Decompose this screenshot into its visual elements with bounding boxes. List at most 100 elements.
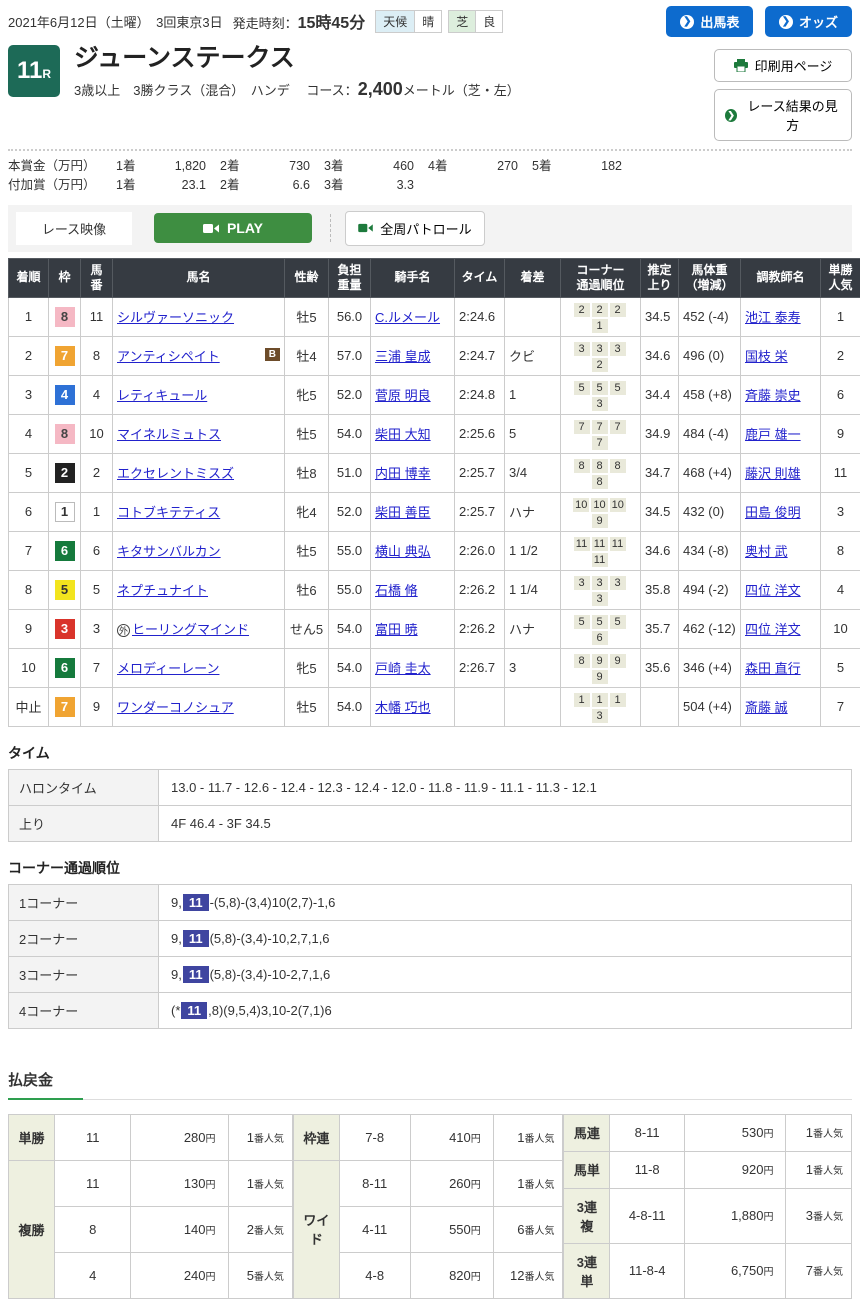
corner-position: 9 [592,670,608,684]
corner-position: 11 [574,537,590,551]
finish-time: 2:25.7 [455,492,505,531]
finish-position: 5 [9,453,49,492]
horse-weight: 504 (+4) [679,687,741,726]
payout-favorite-suffix: 番人気 [813,1212,843,1223]
results-column-header: タイム [455,258,505,297]
trainer-link[interactable]: 国枝 栄 [745,349,788,364]
horse-name-link[interactable]: コトブキテティス [117,505,220,520]
trainer-link[interactable]: 藤沢 則雄 [745,466,801,481]
finish-position: 9 [9,609,49,648]
corner-row: 2コーナー9,11(5,8)-(3,4)-10,2,7,1,6 [9,920,852,956]
payout-amount: 6,750円 [685,1243,786,1298]
course-suffix: メートル（芝・左） [403,83,520,98]
entries-button[interactable]: ❯出馬表 [666,6,753,37]
horse-name-link[interactable]: ワンダーコノシュア [117,700,234,715]
jockey-link[interactable]: 横山 典弘 [375,544,431,559]
payout-amount: 530円 [685,1114,786,1151]
odds-button[interactable]: ❯オッズ [765,6,852,37]
carried-weight: 55.0 [329,531,371,570]
jockey-cell: 三浦 皇成 [371,336,455,375]
horse-name-link[interactable]: エクセレントミスズ [117,466,234,481]
corner-row: 4コーナー(*11,8)(9,5,4)3,10-2(7,1)6 [9,992,852,1028]
finish-time: 2:26.0 [455,531,505,570]
jockey-link[interactable]: 木幡 巧也 [375,700,431,715]
horse-name-link[interactable]: ネプチュナイト [117,583,208,598]
trainer-link[interactable]: 四位 洋文 [745,622,801,637]
corner-position: 3 [592,592,608,606]
patrol-video-button[interactable]: 全周パトロール [345,211,485,246]
horse-number: 10 [81,414,113,453]
prize-pair: 2着6.6 [220,176,324,195]
jockey-link[interactable]: 柴田 善臣 [375,505,431,520]
weather-label: 天候 [375,10,414,33]
video-camera-icon [358,223,373,233]
trainer-link[interactable]: 斎藤 誠 [745,700,788,715]
time-row: 上り4F 46.4 - 3F 34.5 [9,805,852,841]
corner-position: 3 [610,576,626,590]
horse-name-link[interactable]: キタサンバルカン [117,544,221,559]
frame-cell: 4 [49,375,81,414]
jockey-link[interactable]: 石橋 脩 [375,583,418,598]
corner-row-value: 9,11(5,8)-(3,4)-10,2,7,1,6 [159,920,852,956]
horse-name-link[interactable]: レティキュール [117,388,207,403]
payout-favorite-rank: 6番人気 [493,1206,563,1252]
prize-place-label: 2着 [220,157,258,176]
horse-name-link[interactable]: アンティシペイト [117,349,220,364]
win-favorite-rank: 11 [821,453,860,492]
carried-weight: 51.0 [329,453,371,492]
time-row: ハロンタイム13.0 - 11.7 - 12.6 - 12.4 - 12.3 -… [9,769,852,805]
estimated-last3f [641,687,679,726]
jockey-link[interactable]: 内田 博幸 [375,466,431,481]
play-button[interactable]: PLAY [154,213,312,243]
trainer-link[interactable]: 鹿戸 雄一 [745,427,801,442]
jockey-link[interactable]: 柴田 大知 [375,427,431,442]
horse-name-cell: 外ヒーリングマインド [113,609,285,648]
payout-row: 単勝11280円1番人気 [9,1114,293,1160]
prize-place-label: 3着 [324,157,362,176]
horse-weight: 468 (+4) [679,453,741,492]
horse-name-link[interactable]: シルヴァーソニック [117,310,234,325]
trainer-cell: 四位 洋文 [741,570,821,609]
corner-position: 11 [610,537,626,551]
trainer-link[interactable]: 田島 俊明 [745,505,801,520]
corner-position: 8 [574,654,590,668]
payout-favorite-rank: 1番人気 [786,1114,852,1151]
horse-name-cell: マイネルミュトス [113,414,285,453]
corner-position: 5 [592,381,608,395]
print-page-button[interactable]: 印刷用ページ [714,49,852,82]
jockey-cell: 菅原 明良 [371,375,455,414]
payout-amount: 550円 [410,1206,493,1252]
corner-row-label: 4コーナー [9,992,159,1028]
payout-heading-rule [8,1099,852,1100]
trainer-link[interactable]: 四位 洋文 [745,583,801,598]
results-column-header: 負担 重量 [329,258,371,297]
corner-position: 8 [610,459,626,473]
trainer-link[interactable]: 斉藤 崇史 [745,388,801,403]
trainer-link[interactable]: 奥村 武 [745,544,788,559]
finish-position: 1 [9,297,49,336]
time-row-value: 13.0 - 11.7 - 12.6 - 12.4 - 12.3 - 12.4 … [159,769,852,805]
jockey-link[interactable]: 富田 暁 [375,622,418,637]
frame-cell: 5 [49,570,81,609]
corner-row-value: 9,11(5,8)-(3,4)-10-2,7,1,6 [159,956,852,992]
estimated-last3f: 35.8 [641,570,679,609]
payout-combination: 11 [55,1160,131,1206]
jockey-link[interactable]: 戸崎 圭太 [375,661,431,676]
corner-positions-cell: 3332 [561,336,641,375]
horse-name-link[interactable]: マイネルミュトス [117,427,221,442]
estimated-last3f: 34.7 [641,453,679,492]
jockey-cell: 戸崎 圭太 [371,648,455,687]
corner-position: 3 [592,397,608,411]
horse-name-link[interactable]: メロディーレーン [117,661,219,676]
results-guide-button[interactable]: ❯ レース結果の見方 [714,89,852,141]
horse-weight: 452 (-4) [679,297,741,336]
results-column-header: 性齢 [285,258,329,297]
jockey-link[interactable]: 菅原 明良 [375,388,431,403]
jockey-link[interactable]: 三浦 皇成 [375,349,431,364]
horse-name-link[interactable]: ヒーリングマインド [132,622,249,637]
horse-name-cell: メロディーレーン [113,648,285,687]
jockey-link[interactable]: C.ルメール [375,310,440,325]
trainer-link[interactable]: 池江 泰寿 [745,310,801,325]
trainer-link[interactable]: 森田 直行 [745,661,801,676]
race-number-suffix: R [42,67,51,81]
